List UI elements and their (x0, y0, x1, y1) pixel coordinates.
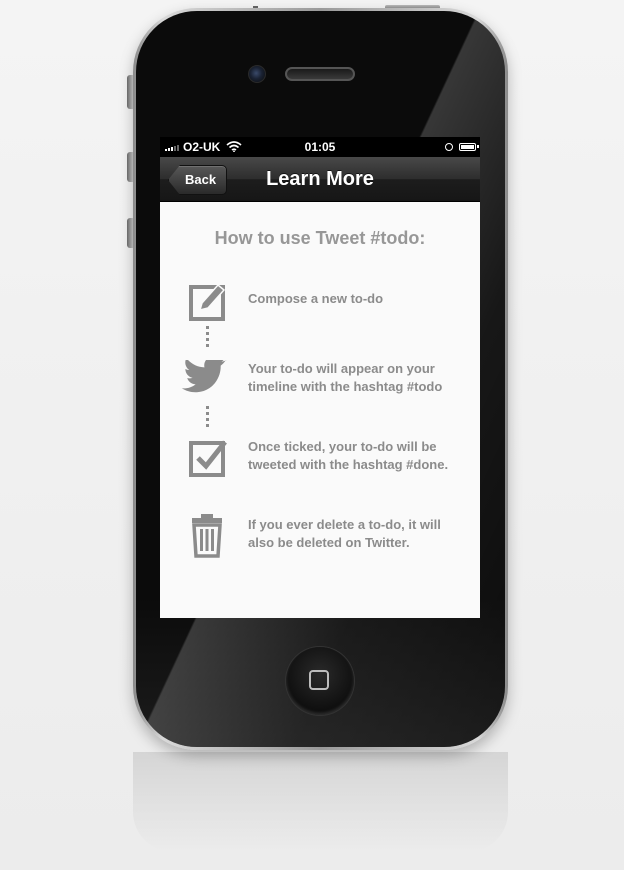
front-camera (248, 65, 266, 83)
phone-screen: O2-UK 01:05 Learn More Back How to use T… (160, 137, 480, 618)
navigation-bar: Learn More Back (160, 157, 480, 202)
step-timeline-text: Your to-do will appear on your timeline … (248, 361, 443, 394)
step-compose-text: Compose a new to-do (248, 291, 384, 306)
checkbox-icon (184, 438, 230, 484)
connector-dots (206, 406, 209, 430)
step-delete-text: If you ever delete a to-do, it will also… (248, 517, 441, 550)
home-button[interactable] (286, 647, 354, 715)
learn-more-content: How to use Tweet #todo: Compose a new to… (160, 202, 480, 618)
earpiece-speaker (285, 67, 355, 81)
phone-reflection (133, 752, 508, 852)
battery-icon (459, 143, 479, 151)
status-bar: O2-UK 01:05 (160, 137, 480, 157)
connector-dots (206, 326, 209, 350)
home-square-icon (309, 670, 329, 690)
alarm-clock-icon (445, 143, 453, 151)
compose-icon (184, 282, 230, 328)
status-right (445, 143, 479, 151)
trash-icon (184, 512, 230, 558)
status-time: 01:05 (304, 140, 336, 154)
twitter-bird-icon (180, 356, 227, 406)
how-to-heading: How to use Tweet #todo: (214, 228, 426, 248)
stage: O2-UK 01:05 Learn More Back How to use T… (0, 0, 624, 870)
back-button[interactable]: Back (168, 165, 228, 195)
step-ticked-text: Once ticked, your to-do will be tweeted … (248, 439, 449, 472)
